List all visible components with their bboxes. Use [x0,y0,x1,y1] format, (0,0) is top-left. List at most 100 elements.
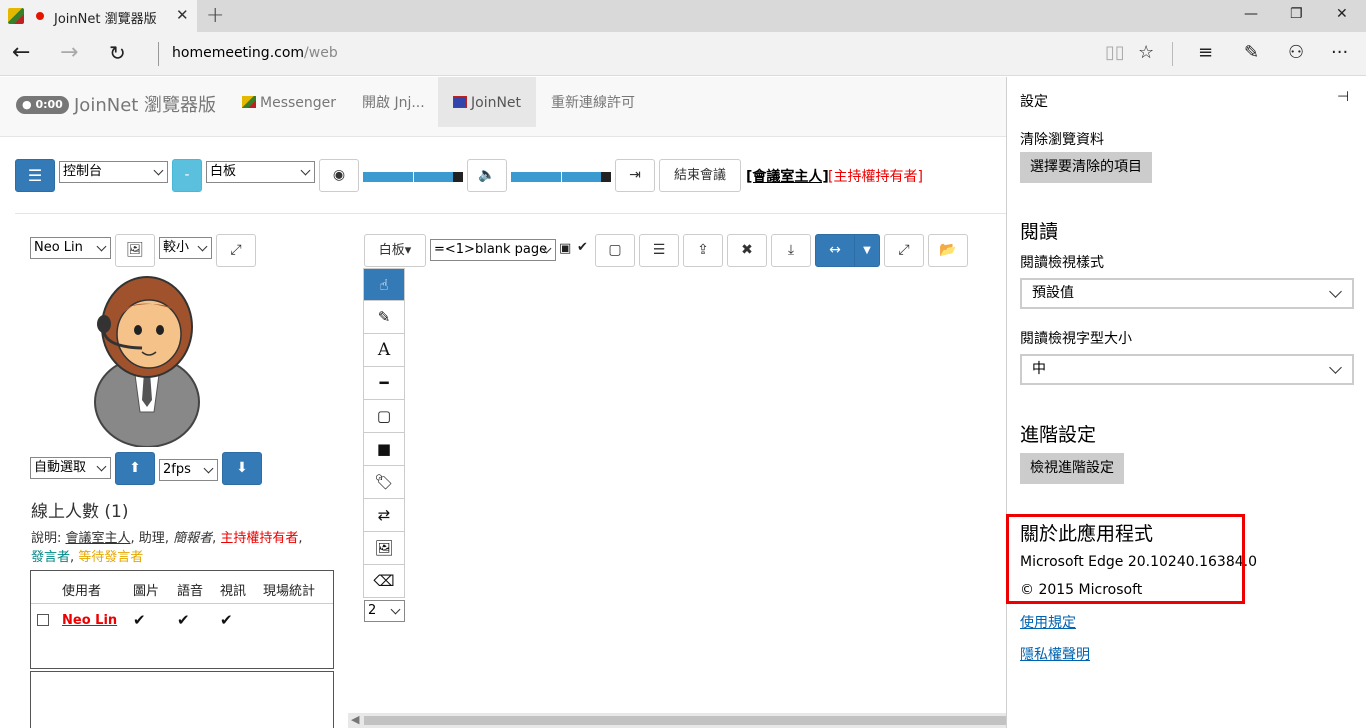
reading-style-dropdown[interactable]: 預設值 [1020,278,1354,309]
nav-reconnect[interactable]: 重新連線許可 [551,77,635,127]
fill-rect-tool[interactable]: ■ [363,433,405,466]
record-button[interactable]: ◉ [319,159,359,192]
host-role: [主持權持有者] [828,169,923,185]
auto-select[interactable]: 自動選取 [30,457,111,479]
retweet-tool[interactable]: ⇄ [363,499,405,532]
rect-tool[interactable]: ▢ [363,400,405,433]
share-button[interactable]: ⇪ [683,234,723,267]
address-separator [158,42,159,66]
nav-messenger[interactable]: Messenger [242,77,336,127]
view-advanced-button[interactable]: 檢視進階設定 [1020,453,1124,484]
legend-waiting: 等待發言者 [78,550,144,565]
folder-open-icon: 📂 [939,242,957,258]
user-checkbox[interactable] [37,614,49,626]
browser-tab[interactable]: JoinNet 瀏覽器版 ✕ [0,0,197,32]
favorite-star-icon[interactable]: ☆ [1138,42,1154,63]
scroll-thumb[interactable] [364,716,1006,725]
host-link[interactable]: [會議室主人] [746,166,829,186]
scroll-left-icon[interactable]: ◀ [351,713,359,726]
reading-font-dropdown[interactable]: 中 [1020,354,1354,385]
pin-icon[interactable]: ⊣ [1337,89,1349,105]
privacy-link[interactable]: 隱私權聲明 [1020,644,1090,664]
slider-tick [413,172,414,182]
expand-icon: ⤢ [898,242,910,258]
image-tool[interactable]: 🖼 [363,532,405,565]
expand-button[interactable]: ⤢ [884,234,924,267]
snapshot-button[interactable]: 🖼 [115,234,155,267]
share-icon[interactable]: ⚇ [1288,42,1304,63]
terms-link[interactable]: 使用規定 [1020,612,1076,632]
page-select[interactable]: =<1>blank page [430,239,556,261]
save-button[interactable]: ⤓ [771,234,811,267]
brand: JoinNet 瀏覽器版 [74,95,217,116]
tab-bar: JoinNet 瀏覽器版 ✕ + — ❐ ✕ [0,0,1366,32]
role-legend: 說明: 會議室主人, 助理, 簡報者, 主持權持有者, 發言者, 等待發言者 [31,529,331,567]
horizontal-scrollbar[interactable]: ◀ [348,713,1006,728]
dash-button[interactable]: - [172,159,202,192]
new-tab-icon[interactable]: + [206,3,224,28]
pointer-tool[interactable]: ☝ [363,268,405,301]
legend-speaker: 發言者 [31,550,71,565]
whiteboard-mode-button[interactable]: 白板▾ [364,234,426,267]
nav-joinnet[interactable]: JoinNet [438,77,537,127]
volume-icon: 🔈 [478,167,496,183]
exit-button[interactable]: ⇥ [615,159,655,192]
text-tool[interactable]: A [363,334,405,367]
choose-clear-button[interactable]: 選擇要清除的項目 [1020,152,1152,183]
close-window-icon[interactable]: ✕ [1336,6,1348,22]
delete-button[interactable]: ✖ [727,234,767,267]
hub-icon[interactable]: ≡ [1198,42,1213,63]
speaker-volume-slider[interactable] [511,172,611,182]
reading-view-icon[interactable]: ▯▯ [1105,42,1125,63]
user-name-link[interactable]: Neo Lin [62,613,117,628]
speaker-button[interactable]: 🔈 [467,159,507,192]
fps-select[interactable]: 2fps [159,459,218,481]
check-circle-icon[interactable]: ✔ [577,240,588,255]
end-meeting-button[interactable]: 結束會議 [659,159,741,192]
close-tab-icon[interactable]: ✕ [176,6,189,24]
user-select[interactable]: Neo Lin [30,237,111,259]
menu-button[interactable]: ☰ [15,159,55,192]
refresh-icon[interactable]: ↻ [109,41,126,65]
legend-holder: 主持權持有者 [220,531,299,546]
console-select[interactable]: 控制台 [59,161,168,183]
slider-knob[interactable] [453,172,463,182]
fullscreen-button[interactable]: ⤢ [216,234,256,267]
restore-icon[interactable]: ❐ [1290,6,1303,22]
image-icon[interactable]: ▣ [559,241,571,256]
video-check-icon: ✔ [220,611,233,629]
advanced-heading: 進階設定 [1020,424,1097,446]
pencil-tool[interactable]: ✎ [363,301,405,334]
web-note-icon[interactable]: ✎ [1244,42,1259,63]
fit-dropdown-button[interactable]: ▼ [854,234,880,267]
open-folder-button[interactable]: 📂 [928,234,968,267]
eraser-tool[interactable]: ⌫ [363,565,405,598]
list-button[interactable]: ☰ [639,234,679,267]
drawing-toolbox: ☝ ✎ A ━ ▢ ■ 🏷 ⇄ 🖼 ⌫ [363,268,405,598]
nav-open-jnj[interactable]: 開啟 Jnj... [362,77,425,127]
upload-button[interactable]: ⬆ [115,452,155,485]
line-width-select[interactable]: 2 [364,600,405,622]
mic-volume-slider[interactable] [363,172,463,182]
sign-out-icon: ⇥ [629,167,641,183]
url-host: homemeeting.com [172,45,305,61]
download-button[interactable]: ⬇ [222,452,262,485]
stop-icon: ▢ [608,242,622,258]
chat-area[interactable] [30,671,334,728]
forward-icon[interactable]: → [60,40,78,65]
joinnet-icon [453,96,467,108]
text-icon: A [377,340,391,360]
legend-sep: , [164,531,174,546]
url-field[interactable]: homemeeting.com/web [172,45,338,61]
size-select[interactable]: 較小 [159,237,212,259]
fit-width-button[interactable]: ↔ [815,234,855,267]
back-icon[interactable]: ← [12,40,30,65]
more-icon[interactable]: ··· [1331,42,1348,63]
stop-button[interactable]: ▢ [595,234,635,267]
whiteboard-select[interactable]: 白板 [206,161,315,183]
tag-tool[interactable]: 🏷 [363,466,405,499]
minimize-icon[interactable]: — [1244,6,1258,22]
line-tool[interactable]: ━ [363,367,405,400]
close-icon: ✖ [741,242,753,258]
slider-knob[interactable] [601,172,611,182]
